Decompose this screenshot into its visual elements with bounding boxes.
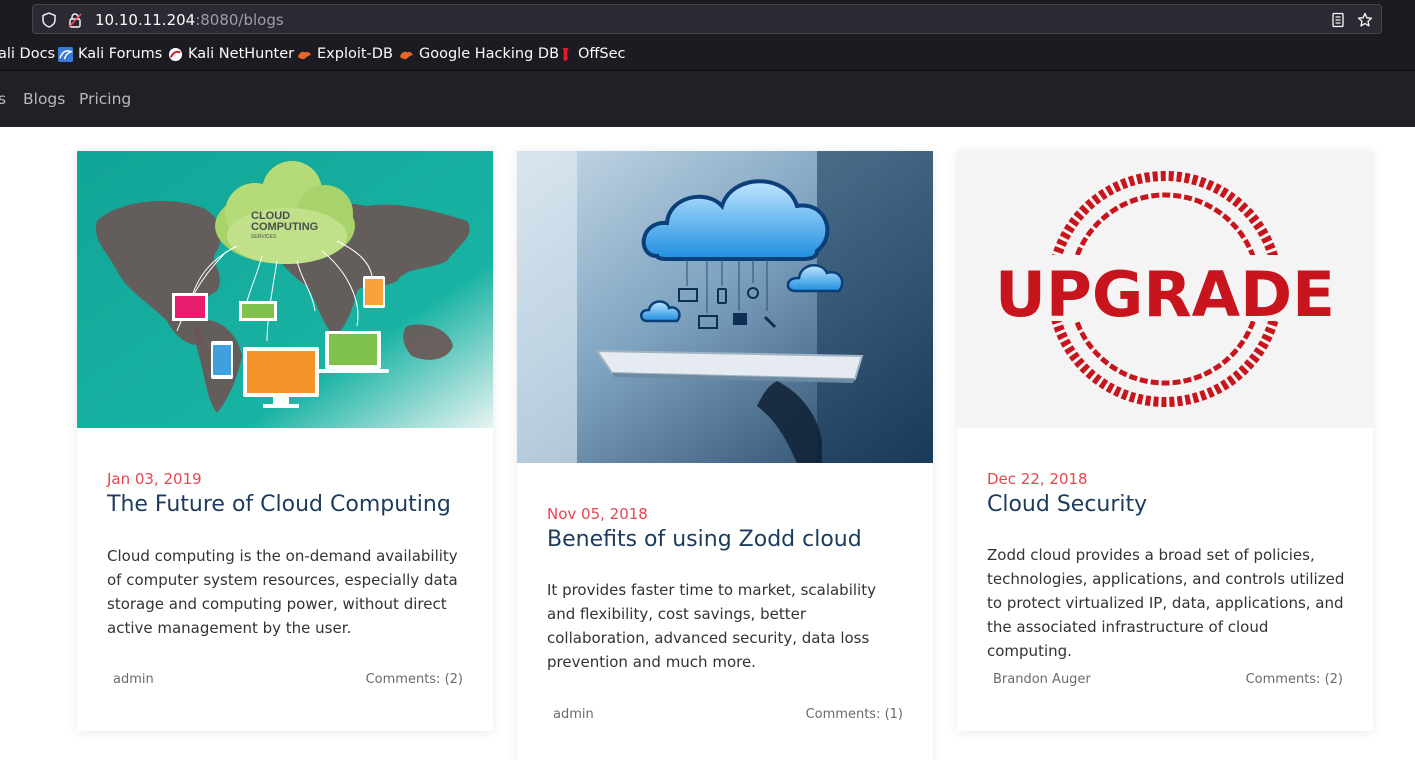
url-text[interactable]: 10.10.11.204:8080/blogs [95, 11, 284, 29]
nethunter-icon [168, 47, 183, 61]
bookmarks-toolbar: ali Docs Kali Forums Kali NetHunter Expl… [0, 40, 1415, 71]
nav-item-pricing[interactable]: Pricing [79, 90, 131, 108]
bookmark-exploit-db[interactable]: Exploit-DB [297, 46, 393, 62]
post-author[interactable]: admin [113, 672, 154, 687]
bookmark-kali-forums[interactable]: Kali Forums [58, 46, 162, 62]
kali-icon [58, 46, 73, 62]
post-title[interactable]: The Future of Cloud Computing [107, 492, 451, 517]
nav-item-partial[interactable]: s [0, 90, 6, 108]
blog-card[interactable]: Nov 05, 2018 Benefits of using Zodd clou… [517, 151, 933, 760]
url-host: 10.10.11.204 [95, 11, 196, 29]
bookmark-kali-docs[interactable]: ali Docs [0, 46, 55, 62]
upgrade-stamp-text: UPGRADE [995, 258, 1335, 331]
post-title[interactable]: Benefits of using Zodd cloud [547, 527, 862, 552]
bookmark-label: ali Docs [0, 46, 56, 62]
url-path: :8080/blogs [195, 11, 284, 29]
post-date: Dec 22, 2018 [987, 470, 1088, 488]
bookmark-label: OffSec [578, 46, 626, 62]
post-excerpt: Cloud computing is the on-demand availab… [107, 547, 458, 637]
bookmark-label: Kali Forums [78, 46, 163, 62]
image-caption-computing: COMPUTING [251, 221, 318, 233]
exploitdb-icon [297, 51, 312, 59]
nav-item-blogs[interactable]: Blogs [23, 90, 65, 108]
blog-card[interactable]: CLOUD COMPUTING SERVICES Jan 03, 2019 Th… [77, 151, 493, 731]
post-author[interactable]: admin [553, 707, 594, 722]
site-navbar: s Blogs Pricing [0, 71, 1415, 127]
bookmark-offsec[interactable]: OffSec [558, 46, 626, 62]
bookmark-label: Kali NetHunter [188, 46, 295, 62]
post-title[interactable]: Cloud Security [987, 492, 1147, 517]
url-bar[interactable]: 10.10.11.204:8080/blogs [32, 4, 1382, 34]
bookmark-label: Google Hacking DB [419, 46, 560, 62]
insecure-lock-icon[interactable] [67, 12, 83, 28]
post-excerpt: It provides faster time to market, scala… [547, 581, 876, 671]
zodd-cloud-image[interactable] [517, 151, 933, 463]
post-date: Jan 03, 2019 [107, 470, 202, 488]
reader-view-icon[interactable] [1330, 12, 1346, 28]
bookmark-star-icon[interactable] [1357, 12, 1373, 28]
blog-card[interactable]: UPGRADE Dec 22, 2018 Cloud Security Zodd… [957, 151, 1373, 731]
post-date: Nov 05, 2018 [547, 505, 648, 523]
image-caption-services: SERVICES [251, 234, 277, 240]
upgrade-stamp-image[interactable]: UPGRADE [957, 151, 1373, 428]
post-excerpt: Zodd cloud provides a broad set of polic… [987, 546, 1345, 660]
offsec-icon [562, 47, 569, 61]
post-author[interactable]: Brandon Auger [993, 672, 1091, 687]
cloud-computing-image[interactable]: CLOUD COMPUTING SERVICES [77, 151, 493, 428]
post-comments[interactable]: Comments: (2) [1246, 672, 1343, 687]
exploitdb-icon [399, 51, 414, 59]
bookmark-google-hacking-db[interactable]: Google Hacking DB [399, 46, 559, 62]
post-comments[interactable]: Comments: (1) [806, 707, 903, 722]
shield-icon[interactable] [41, 12, 57, 28]
browser-toolbar: 10.10.11.204:8080/blogs [0, 0, 1415, 40]
bookmark-label: Exploit-DB [317, 46, 393, 62]
post-comments[interactable]: Comments: (2) [366, 672, 463, 687]
bookmark-kali-nethunter[interactable]: Kali NetHunter [168, 46, 294, 62]
